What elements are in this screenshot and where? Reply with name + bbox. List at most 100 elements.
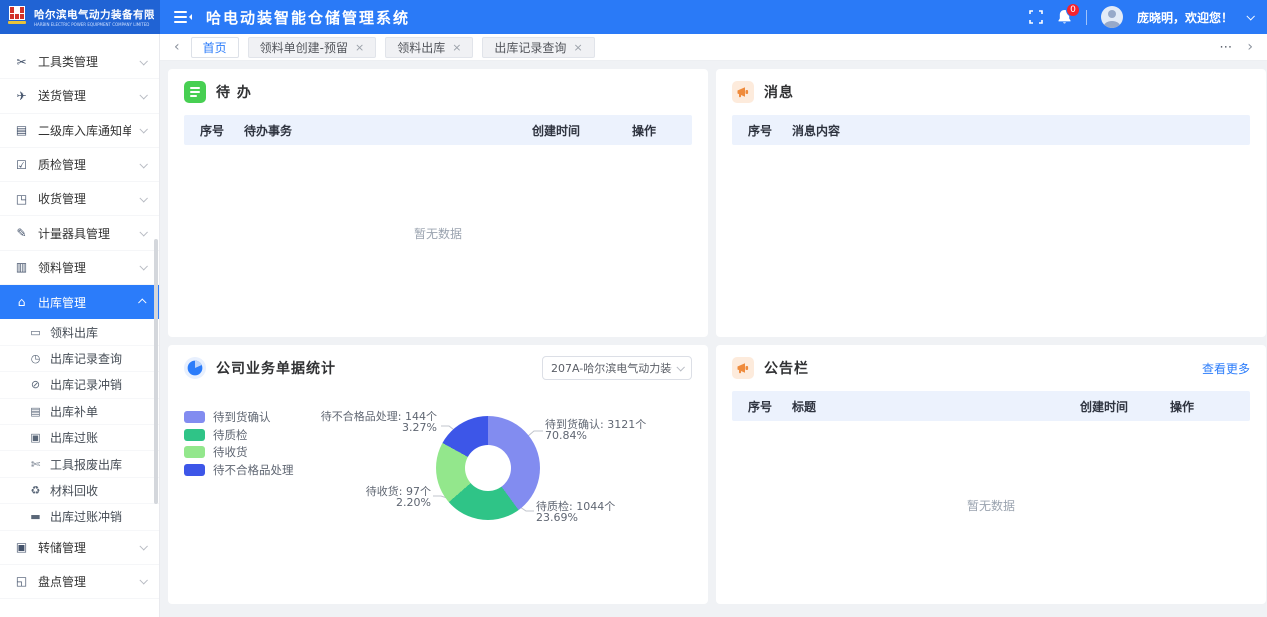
sidebar-subitem-outbound-record-writeoff[interactable]: ⊘ 出库记录冲销 [0, 372, 159, 398]
topbar-divider [1086, 10, 1087, 25]
sidebar-item-inventory-check[interactable]: ◱ 盘点管理 [0, 565, 159, 599]
chevron-down-icon [139, 91, 147, 99]
sidebar-subitem-material-outbound[interactable]: ▭ 领料出库 [0, 319, 159, 345]
sidebar-subitem-material-recycle[interactable]: ♻ 材料回收 [0, 478, 159, 504]
chevron-down-icon [139, 125, 147, 133]
sidebar-item-quality-inspection[interactable]: ☑ 质检管理 [0, 148, 159, 182]
legend-item[interactable]: 待收货 [184, 446, 294, 458]
sidebar-subitem-tool-scrap-outbound[interactable]: ✄ 工具报废出库 [0, 451, 159, 477]
todo-table-header: 序号 待办事务 创建时间 操作 [184, 115, 692, 145]
posting-writeoff-icon: ▬ [29, 510, 42, 523]
tab-strip: ‹ 首页 领料单创建-预留 × 领料出库 × 出库记录查询 × ⋯ › [160, 34, 1267, 61]
tab-home[interactable]: 首页 [191, 37, 239, 58]
todo-card: 待 办 序号 待办事务 创建时间 操作 暂无数据 [168, 69, 708, 337]
chevron-down-icon [139, 194, 147, 202]
query-icon: ◷ [29, 352, 42, 365]
legend-item[interactable]: 待质检 [184, 429, 294, 441]
tabs-prev-arrow-icon[interactable]: ‹ [172, 40, 182, 54]
close-icon[interactable]: × [355, 42, 364, 53]
sidebar: ✂ 工具类管理 ✈ 送货管理 ▤ 二级库入库通知单 ☑ 质检管理 ◳ 收货管理 … [0, 34, 160, 617]
donut-chart[interactable] [436, 416, 540, 520]
sidebar-subitem-outbound-posting[interactable]: ▣ 出库过账 [0, 425, 159, 451]
chevron-down-icon [139, 542, 147, 550]
warehouse-out-icon: ⌂ [14, 295, 29, 309]
legend-item[interactable]: 待不合格品处理 [184, 464, 294, 476]
todo-doc-icon [184, 81, 206, 103]
inventory-icon: ◱ [14, 574, 29, 588]
pie-chart-icon [184, 357, 206, 379]
sidebar-collapse-icon[interactable] [174, 10, 192, 24]
fullscreen-icon[interactable] [1029, 10, 1043, 24]
app-title: 哈电动装智能仓储管理系统 [206, 7, 410, 28]
legend-item[interactable]: 待到货确认 [184, 411, 294, 423]
chart-legend: 待到货确认 待质检 待收货 待不合格品处理 [184, 411, 294, 481]
scrap-icon: ✄ [29, 458, 42, 471]
tools-icon: ✂ [14, 55, 29, 69]
sidebar-scrollbar[interactable] [154, 239, 158, 504]
pencil-icon: ✎ [14, 226, 29, 240]
sidebar-item-secondary-warehouse-notice[interactable]: ▤ 二级库入库通知单 [0, 114, 159, 148]
sidebar-subitem-outbound-posting-writeoff[interactable]: ▬ 出库过账冲销 [0, 504, 159, 530]
sidebar-item-outbound[interactable]: ⌂ 出库管理 [0, 285, 159, 319]
sidebar-item-material-requisition[interactable]: ▥ 领料管理 [0, 251, 159, 285]
user-greeting[interactable]: 庞晓明，欢迎您！ [1137, 9, 1233, 26]
stats-card: 公司业务单据统计 207A-哈尔滨电气动力装备有限公 待到货确认 待质检 待收货… [168, 345, 708, 604]
user-menu-chevron-icon[interactable] [1246, 12, 1254, 20]
tab-requisition-create-reserve[interactable]: 领料单创建-预留 × [248, 37, 377, 58]
checkbox-icon: ☑ [14, 158, 29, 172]
topbar: 哈尔滨电气动力装备有限公司 HARBIN ELECTRIC POWER EQUI… [0, 0, 1267, 34]
stats-card-title: 公司业务单据统计 [216, 358, 336, 378]
todo-empty-text: 暂无数据 [168, 225, 708, 242]
company-name: 哈尔滨电气动力装备有限公司 [34, 7, 154, 22]
notice-form-icon: ▤ [14, 123, 29, 137]
legend-swatch [184, 446, 205, 458]
tabs-next-arrow-icon[interactable]: › [1245, 40, 1255, 54]
notification-bell-icon[interactable]: 0 [1057, 9, 1072, 25]
chevron-down-icon [139, 576, 147, 584]
package-icon: ◳ [14, 192, 29, 206]
recycle-icon: ♻ [29, 484, 42, 497]
legend-swatch [184, 429, 205, 441]
chevron-down-icon [139, 160, 147, 168]
logo-zone: 哈尔滨电气动力装备有限公司 HARBIN ELECTRIC POWER EQUI… [0, 0, 160, 34]
megaphone-icon [732, 357, 754, 379]
callout-pending-inspection: 待质检: 1044个 23.69% [536, 501, 615, 523]
chevron-down-icon [139, 262, 147, 270]
storage-icon: ▣ [14, 540, 29, 554]
notice-card: 公告栏 查看更多 序号 标题 创建时间 操作 暂无数据 [716, 345, 1266, 604]
user-avatar[interactable] [1101, 6, 1123, 28]
message-card-title: 消息 [764, 82, 794, 102]
sidebar-subitem-outbound-record-query[interactable]: ◷ 出库记录查询 [0, 346, 159, 372]
posting-icon: ▣ [29, 431, 42, 444]
close-icon[interactable]: × [452, 42, 461, 53]
sidebar-item-measuring-instruments[interactable]: ✎ 计量器具管理 [0, 216, 159, 250]
tab-outbound-record-query[interactable]: 出库记录查询 × [482, 37, 594, 58]
select-chevron-icon [676, 363, 684, 371]
tabs-more-icon[interactable]: ⋯ [1219, 40, 1233, 55]
notification-badge: 0 [1066, 3, 1080, 17]
todo-card-title: 待 办 [216, 82, 252, 102]
company-filter-select[interactable]: 207A-哈尔滨电气动力装备有限公 [542, 356, 692, 380]
legend-swatch [184, 464, 205, 476]
chevron-down-icon [139, 228, 147, 236]
document-icon: ▥ [14, 260, 29, 274]
writeoff-icon: ⊘ [29, 378, 42, 391]
notice-card-title: 公告栏 [764, 358, 809, 378]
tab-material-outbound[interactable]: 领料出库 × [385, 37, 473, 58]
sidebar-item-transfer-storage[interactable]: ▣ 转储管理 [0, 531, 159, 565]
sidebar-item-tools[interactable]: ✂ 工具类管理 [0, 45, 159, 79]
close-icon[interactable]: × [573, 42, 582, 53]
company-name-en: HARBIN ELECTRIC POWER EQUIPMENT COMPANY … [34, 22, 154, 27]
view-more-link[interactable]: 查看更多 [1202, 360, 1250, 377]
callout-pending-defect: 待不合格品处理: 144个 3.27% [321, 411, 437, 433]
chevron-up-icon [138, 299, 146, 307]
sidebar-item-delivery[interactable]: ✈ 送货管理 [0, 79, 159, 113]
sidebar-subitem-outbound-supplement[interactable]: ▤ 出库补单 [0, 399, 159, 425]
notice-empty-text: 暂无数据 [716, 497, 1266, 514]
sidebar-item-receiving[interactable]: ◳ 收货管理 [0, 182, 159, 216]
message-card: 消息 序号 消息内容 [716, 69, 1266, 337]
callout-pending-arrival-confirm: 待到货确认: 3121个 70.84% [545, 419, 646, 441]
supplement-doc-icon: ▤ [29, 405, 42, 418]
message-table-header: 序号 消息内容 [732, 115, 1250, 145]
megaphone-icon [732, 81, 754, 103]
